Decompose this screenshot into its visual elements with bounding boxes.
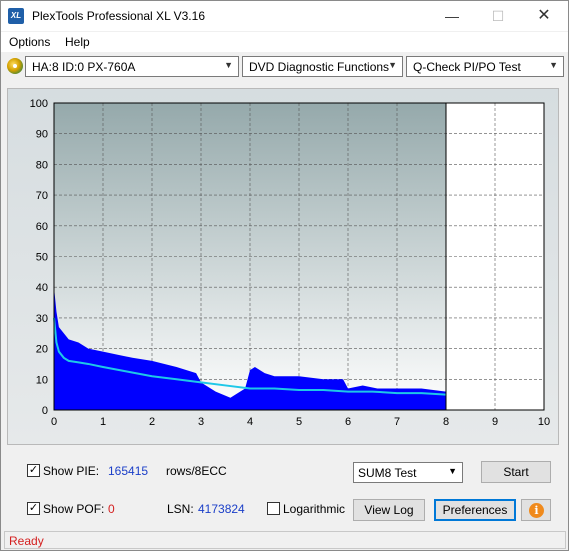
show-pie-checkbox[interactable]: ✓ bbox=[27, 464, 40, 477]
x-tick-label: 2 bbox=[149, 416, 155, 428]
chevron-down-icon: ▼ bbox=[388, 60, 397, 70]
chevron-down-icon: ▼ bbox=[448, 466, 457, 476]
preferences-button[interactable]: Preferences bbox=[434, 499, 516, 521]
view-log-button[interactable]: View Log bbox=[353, 499, 425, 521]
test-select[interactable]: Q-Check PI/PO Test ▼ bbox=[406, 56, 564, 77]
y-tick-label: 70 bbox=[36, 190, 48, 202]
pie-chart: 0 10 20 30 40 50 60 70 80 90 100 0 1 2 3 4 5 6 7 8 9 10 bbox=[30, 98, 550, 428]
y-tick-label: 40 bbox=[36, 282, 48, 294]
y-tick-label: 90 bbox=[36, 129, 48, 141]
logarithmic-label: Logarithmic bbox=[283, 502, 346, 516]
lsn-value: 4173824 bbox=[198, 502, 245, 516]
rows-label: rows/8ECC bbox=[166, 464, 227, 478]
y-tick-label: 20 bbox=[36, 344, 48, 356]
menu-options[interactable]: Options bbox=[9, 35, 50, 49]
lsn-label: LSN: bbox=[167, 502, 194, 516]
x-tick-label: 1 bbox=[100, 416, 106, 428]
chevron-down-icon: ▼ bbox=[224, 60, 233, 70]
info-button[interactable]: i bbox=[521, 499, 551, 521]
maximize-button[interactable]: ☐ bbox=[475, 1, 521, 31]
x-tick-label: 9 bbox=[492, 416, 498, 428]
function-select-value: DVD Diagnostic Functions bbox=[249, 60, 390, 74]
disc-drive-icon bbox=[7, 58, 23, 74]
start-button[interactable]: Start bbox=[481, 461, 551, 483]
drive-select-value: HA:8 ID:0 PX-760A bbox=[32, 60, 136, 74]
pie-value: 165415 bbox=[108, 464, 149, 478]
function-select[interactable]: DVD Diagnostic Functions ▼ bbox=[242, 56, 403, 77]
y-tick-label: 60 bbox=[36, 221, 48, 233]
y-tick-label: 30 bbox=[36, 313, 48, 325]
plextools-logo-icon: XL bbox=[8, 8, 24, 24]
menu-help[interactable]: Help bbox=[65, 35, 90, 49]
test-select-value: Q-Check PI/PO Test bbox=[413, 60, 521, 74]
y-tick-label: 80 bbox=[36, 159, 48, 171]
info-icon: i bbox=[529, 503, 544, 518]
show-pof-label: Show POF: bbox=[43, 502, 105, 516]
x-tick-label: 10 bbox=[538, 416, 550, 428]
y-tick-label: 10 bbox=[36, 374, 48, 386]
sum-test-select-value: SUM8 Test bbox=[358, 466, 417, 480]
menu-bar: Options Help bbox=[1, 32, 568, 52]
drive-select[interactable]: HA:8 ID:0 PX-760A ▼ bbox=[25, 56, 239, 77]
x-tick-label: 7 bbox=[394, 416, 400, 428]
y-tick-label: 100 bbox=[30, 98, 48, 110]
x-tick-label: 0 bbox=[51, 416, 57, 428]
chevron-down-icon: ▼ bbox=[549, 60, 558, 70]
show-pof-checkbox[interactable]: ✓ bbox=[27, 502, 40, 515]
sum-test-select[interactable]: SUM8 Test ▼ bbox=[353, 462, 463, 483]
pof-value: 0 bbox=[108, 502, 115, 516]
status-text: Ready bbox=[9, 534, 44, 548]
controls-panel: ✓ Show PIE: 165415 rows/8ECC SUM8 Test ▼… bbox=[7, 452, 559, 527]
chart-panel: 0 10 20 30 40 50 60 70 80 90 100 0 1 2 3 4 5 6 7 8 9 10 bbox=[7, 88, 559, 445]
x-tick-label: 6 bbox=[345, 416, 351, 428]
x-tick-label: 3 bbox=[198, 416, 204, 428]
x-tick-label: 5 bbox=[296, 416, 302, 428]
close-button[interactable]: ✕ bbox=[521, 1, 567, 31]
logarithmic-checkbox[interactable] bbox=[267, 502, 280, 515]
x-tick-label: 8 bbox=[443, 416, 449, 428]
app-window: XL PlexTools Professional XL V3.16 — ☐ ✕… bbox=[0, 0, 569, 551]
y-tick-label: 50 bbox=[36, 252, 48, 264]
y-tick-label: 0 bbox=[42, 405, 48, 417]
minimize-button[interactable]: — bbox=[429, 1, 475, 31]
x-tick-label: 4 bbox=[247, 416, 253, 428]
status-bar: Ready bbox=[4, 531, 566, 549]
title-bar: XL PlexTools Professional XL V3.16 — ☐ ✕ bbox=[1, 1, 568, 31]
show-pie-label: Show PIE: bbox=[43, 464, 100, 478]
window-title: PlexTools Professional XL V3.16 bbox=[32, 9, 205, 23]
